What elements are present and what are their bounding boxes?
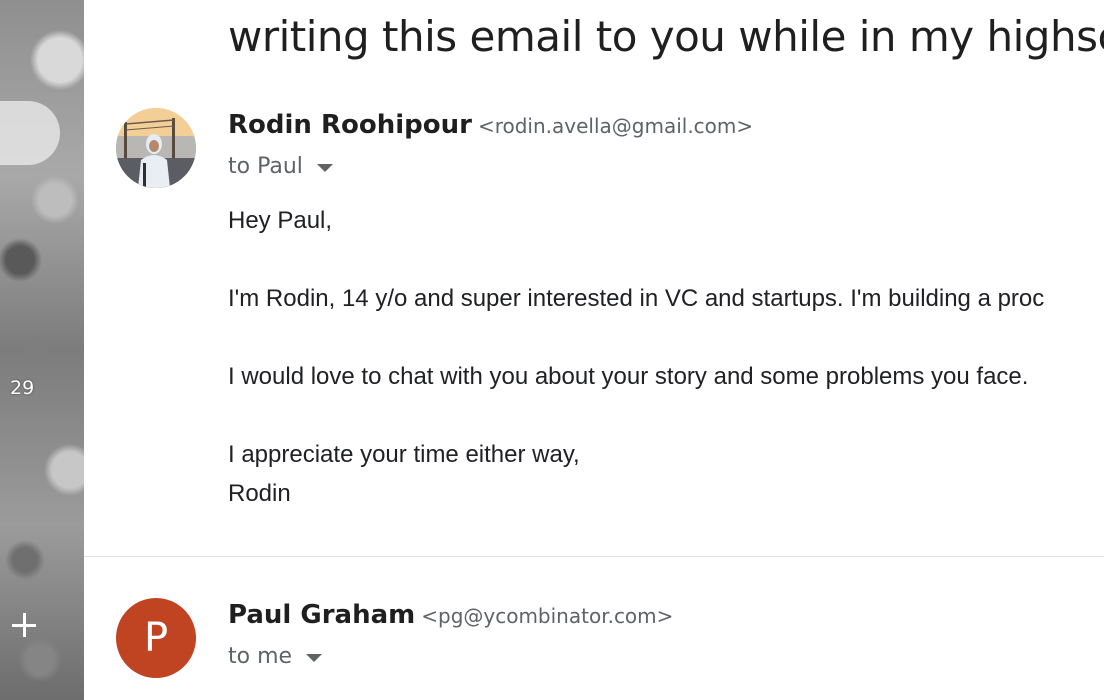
- sender-name: Rodin Roohipour <rodin.avella@gmail.com>: [228, 110, 753, 140]
- sender-name-text: Paul Graham: [228, 600, 416, 630]
- email-body-line: I'm Rodin, 14 y/o and super interested i…: [228, 285, 1045, 312]
- message-divider: [84, 556, 1104, 557]
- email-body-line: I appreciate your time either way,: [228, 441, 580, 468]
- rail-unread-count: 29: [10, 377, 35, 399]
- sender-email: <pg@ycombinator.com>: [421, 604, 674, 628]
- sender-avatar-photo[interactable]: [116, 108, 196, 188]
- email-body-line: I would love to chat with you about your…: [228, 363, 1029, 390]
- sender-email: <rodin.avella@gmail.com>: [477, 114, 754, 138]
- email-body-line: Hey Paul,: [228, 207, 333, 234]
- email-subject: writing this email to you while in my hi…: [228, 12, 1104, 61]
- sender-avatar-letter[interactable]: P: [116, 598, 196, 678]
- email-body-line: Rodin: [228, 480, 291, 507]
- recipient-line[interactable]: to Paul: [228, 154, 333, 179]
- sender-name: Paul Graham <pg@ycombinator.com>: [228, 600, 673, 630]
- left-rail: 29: [0, 0, 84, 700]
- email-thread: writing this email to you while in my hi…: [84, 0, 1104, 700]
- sender-name-text: Rodin Roohipour: [228, 110, 472, 140]
- plus-icon[interactable]: [11, 612, 37, 638]
- rail-active-pill[interactable]: [0, 101, 60, 165]
- recipient-text: to Paul: [228, 154, 303, 179]
- chevron-down-icon[interactable]: [316, 163, 333, 172]
- recipient-line[interactable]: to me: [228, 644, 323, 669]
- chevron-down-icon[interactable]: [306, 653, 323, 662]
- recipient-text: to me: [228, 644, 293, 669]
- gmail-page: 29 writing this email to you while in my…: [0, 0, 1104, 700]
